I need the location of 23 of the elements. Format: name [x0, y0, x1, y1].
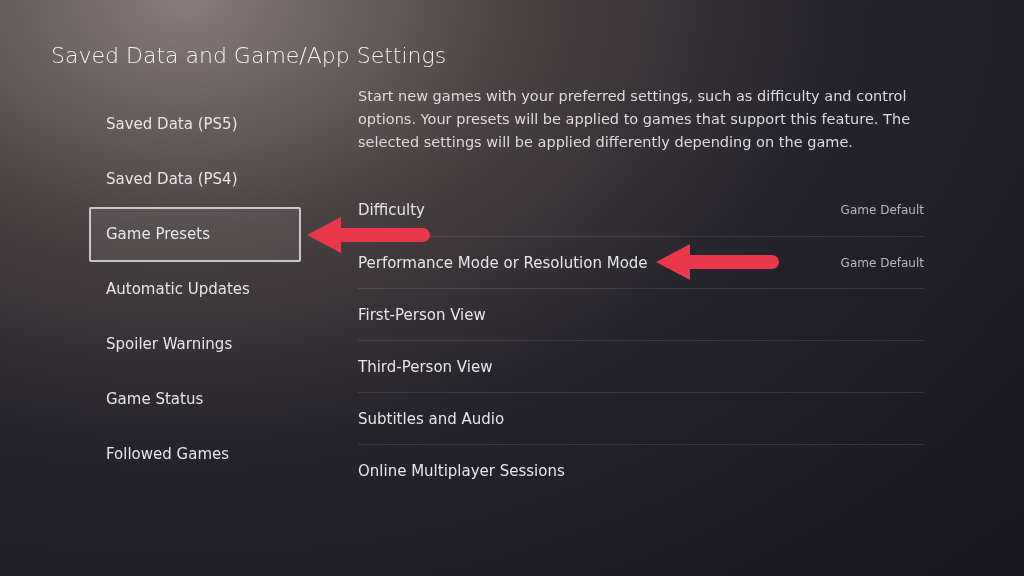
setting-row[interactable]: First-Person View	[358, 288, 924, 340]
sidebar-item[interactable]: Saved Data (PS4)	[89, 152, 301, 207]
sidebar-item[interactable]: Spoiler Warnings	[89, 317, 301, 372]
sidebar-item[interactable]: Automatic Updates	[89, 262, 301, 317]
setting-row[interactable]: Performance Mode or Resolution Mode Game Default	[358, 236, 924, 288]
sidebar-item[interactable]: Game Status	[89, 372, 301, 427]
setting-label: Online Multiplayer Sessions	[358, 461, 565, 480]
setting-label: First-Person View	[358, 305, 486, 324]
setting-row[interactable]: Difficulty Game Default	[358, 184, 924, 236]
description-text: Start new games with your preferred settings, such as difficulty and control options. Your presets will be applied to games that support this feature. The selected settings will be applied differently depending on the game.	[358, 87, 912, 152]
setting-label: Difficulty	[358, 201, 425, 219]
setting-row[interactable]: Subtitles and Audio	[358, 392, 924, 444]
page-title: Saved Data and Game/App Settings	[51, 42, 448, 70]
setting-label: Subtitles and Audio	[358, 409, 505, 428]
setting-row[interactable]: Online Multiplayer Sessions	[358, 444, 924, 496]
setting-label: Third-Person View	[358, 357, 493, 376]
sidebar-item[interactable]: Followed Games	[89, 427, 301, 482]
sidebar-item[interactable]: Saved Data (PS5)	[89, 97, 301, 152]
setting-value: Game Default	[840, 202, 924, 219]
setting-row[interactable]: Third-Person View	[358, 340, 924, 392]
setting-value: Game Default	[840, 254, 924, 272]
sidebar-item[interactable]: Game Presets	[89, 207, 301, 262]
setting-label: Performance Mode or Resolution Mode	[358, 253, 648, 272]
